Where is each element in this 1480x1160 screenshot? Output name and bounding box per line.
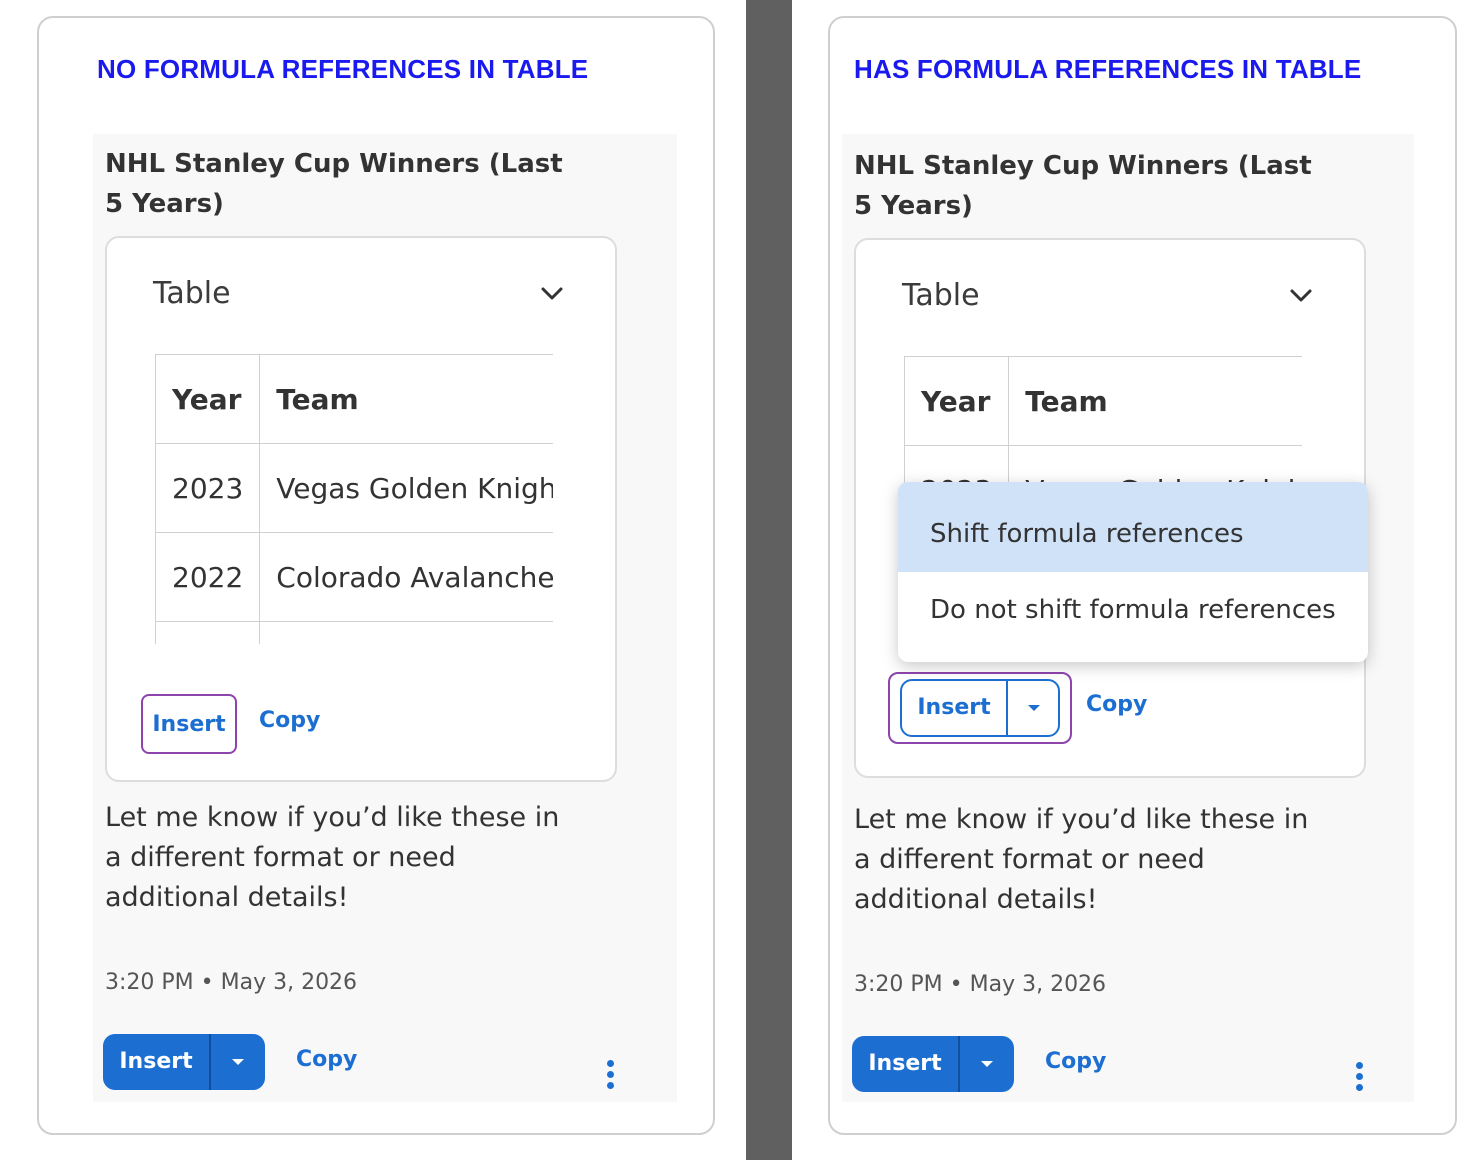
table-cell-team bbox=[259, 621, 553, 644]
insert-button[interactable]: Insert bbox=[852, 1036, 958, 1092]
message-body: Let me know if you’d like these in a dif… bbox=[105, 802, 560, 913]
insert-split-button: Insert bbox=[103, 1034, 265, 1090]
panel-heading: HAS FORMULA REFERENCES IN TABLE bbox=[854, 54, 1362, 84]
insert-options-menu: Shift formula references Do not shift fo… bbox=[898, 482, 1368, 662]
panel-heading: NO FORMULA REFERENCES IN TABLE bbox=[97, 54, 589, 84]
insert-dropdown-toggle[interactable] bbox=[211, 1034, 265, 1090]
message-title: NHL Stanley Cup Winners (Last 5 Years) bbox=[105, 149, 563, 219]
caret-down-icon bbox=[232, 1059, 244, 1065]
table-row: 2022 Colorado Avalanche bbox=[155, 532, 553, 622]
insert-button[interactable]: Insert bbox=[103, 1034, 209, 1090]
chevron-down-icon[interactable] bbox=[537, 282, 567, 306]
table-cell-team: Colorado Avalanche bbox=[259, 532, 553, 622]
table-card: Table Year Team 2023 Vegas Golden Knight… bbox=[105, 236, 617, 782]
message-body: Let me know if you’d like these in a dif… bbox=[854, 804, 1309, 915]
panel-divider bbox=[746, 0, 792, 1160]
table-copy-button[interactable]: Copy bbox=[259, 708, 320, 733]
column-header-team: Team bbox=[259, 354, 553, 444]
message-actions: Insert Copy bbox=[103, 1034, 663, 1090]
table-header-row: Year Team bbox=[155, 354, 553, 444]
more-vertical-icon[interactable] bbox=[605, 1060, 615, 1094]
menu-item-do-not-shift-references[interactable]: Do not shift formula references bbox=[898, 572, 1368, 648]
message-actions: Insert Copy bbox=[852, 1036, 1412, 1092]
insert-dropdown-toggle[interactable] bbox=[960, 1036, 1014, 1092]
table-row bbox=[155, 621, 553, 644]
table-header-row: Year Team bbox=[904, 356, 1302, 446]
table-card-title: Table bbox=[153, 276, 231, 311]
table-row: 2023 Vegas Golden Knights bbox=[155, 443, 553, 533]
caret-down-icon bbox=[981, 1061, 993, 1067]
caret-down-icon bbox=[1028, 705, 1040, 711]
table-cell-year bbox=[155, 621, 261, 644]
table-cell-year: 2022 bbox=[155, 532, 261, 622]
table-insert-split-button: Insert bbox=[900, 679, 1060, 737]
table-insert-button[interactable]: Insert bbox=[902, 681, 1006, 735]
column-header-team: Team bbox=[1008, 356, 1302, 446]
insert-split-button: Insert bbox=[852, 1036, 1014, 1092]
table-card-title: Table bbox=[902, 278, 980, 313]
menu-item-shift-references[interactable]: Shift formula references bbox=[898, 482, 1368, 572]
message-timestamp: 3:20 PM • May 3, 2026 bbox=[105, 970, 358, 995]
copy-button[interactable]: Copy bbox=[1045, 1049, 1106, 1074]
table-insert-dropdown-toggle[interactable] bbox=[1008, 681, 1058, 735]
message-title: NHL Stanley Cup Winners (Last 5 Years) bbox=[854, 151, 1312, 221]
data-table: Year Team 2023 Vegas Golden Knights bbox=[904, 356, 1302, 496]
assistant-message: NHL Stanley Cup Winners (Last 5 Years) T… bbox=[93, 134, 677, 1102]
table-cell-year: 2023 bbox=[155, 443, 261, 533]
table-copy-button[interactable]: Copy bbox=[1086, 692, 1147, 717]
message-timestamp: 3:20 PM • May 3, 2026 bbox=[854, 972, 1107, 997]
chevron-down-icon[interactable] bbox=[1286, 284, 1316, 308]
left-panel: NO FORMULA REFERENCES IN TABLE NHL Stanl… bbox=[37, 16, 715, 1135]
column-header-year: Year bbox=[155, 354, 261, 444]
table-cell-team: Vegas Golden Knights bbox=[259, 443, 553, 533]
more-vertical-icon[interactable] bbox=[1354, 1062, 1364, 1096]
table-insert-button[interactable]: Insert bbox=[141, 694, 237, 754]
copy-button[interactable]: Copy bbox=[296, 1047, 357, 1072]
column-header-year: Year bbox=[904, 356, 1010, 446]
data-table: Year Team 2023 Vegas Golden Knights 2022… bbox=[155, 354, 553, 644]
